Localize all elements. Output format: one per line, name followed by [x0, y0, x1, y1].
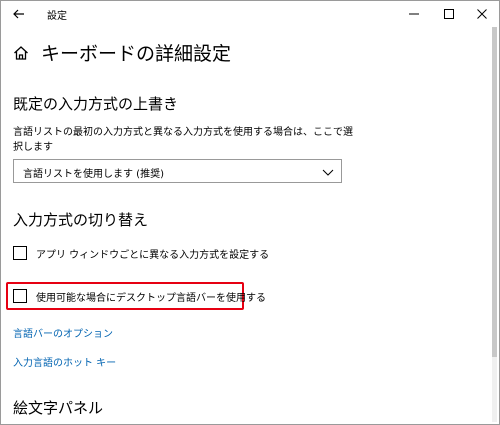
minimize-button[interactable] — [397, 1, 431, 27]
override-section-title: 既定の入力方式の上書き — [13, 95, 179, 113]
desktop-langbar-row[interactable]: 使用可能な場合にデスクトップ言語バーを使用する — [13, 288, 266, 304]
per-app-input-checkbox[interactable] — [13, 246, 27, 260]
dropdown-selected-value: 言語リストを使用します (推奨) — [23, 169, 164, 180]
override-description: 言語リストの最初の入力方式と異なる入力方式を使用する場合は、ここで選択します — [13, 127, 353, 153]
vertical-scrollbar[interactable] — [492, 27, 497, 422]
page-title: キーボードの詳細設定 — [41, 43, 232, 65]
switch-section-title: 入力方式の切り替え — [13, 211, 149, 229]
desktop-langbar-label: 使用可能な場合にデスクトップ言語バーを使用する — [36, 292, 266, 304]
per-app-input-label: アプリ ウィンドウごとに異なる入力方式を設定する — [36, 249, 270, 261]
window-title: 設定 — [47, 11, 67, 22]
back-arrow-icon — [13, 9, 24, 19]
close-button[interactable] — [465, 1, 499, 27]
scrollbar-thumb[interactable] — [492, 27, 497, 357]
input-method-dropdown[interactable]: 言語リストを使用します (推奨) — [13, 159, 342, 183]
langbar-options-link[interactable]: 言語バーのオプション — [13, 325, 113, 340]
settings-window: 設定 キーボードの詳細設定 既定の入力方式の上書き 言語リストの最初の入力方式と… — [0, 0, 500, 425]
chevron-down-icon — [322, 169, 334, 176]
emoji-section-title: 絵文字パネル — [13, 399, 104, 417]
home-icon[interactable] — [13, 45, 29, 61]
minimize-icon — [409, 13, 419, 15]
per-app-input-row[interactable]: アプリ ウィンドウごとに異なる入力方式を設定する — [13, 245, 269, 261]
back-button[interactable] — [1, 1, 37, 27]
title-bar: 設定 — [1, 1, 499, 27]
maximize-icon — [444, 9, 454, 19]
input-hotkeys-link[interactable]: 入力言語のホット キー — [13, 354, 116, 369]
close-icon — [477, 9, 487, 19]
desktop-langbar-checkbox[interactable] — [13, 289, 27, 303]
maximize-button[interactable] — [432, 1, 466, 27]
